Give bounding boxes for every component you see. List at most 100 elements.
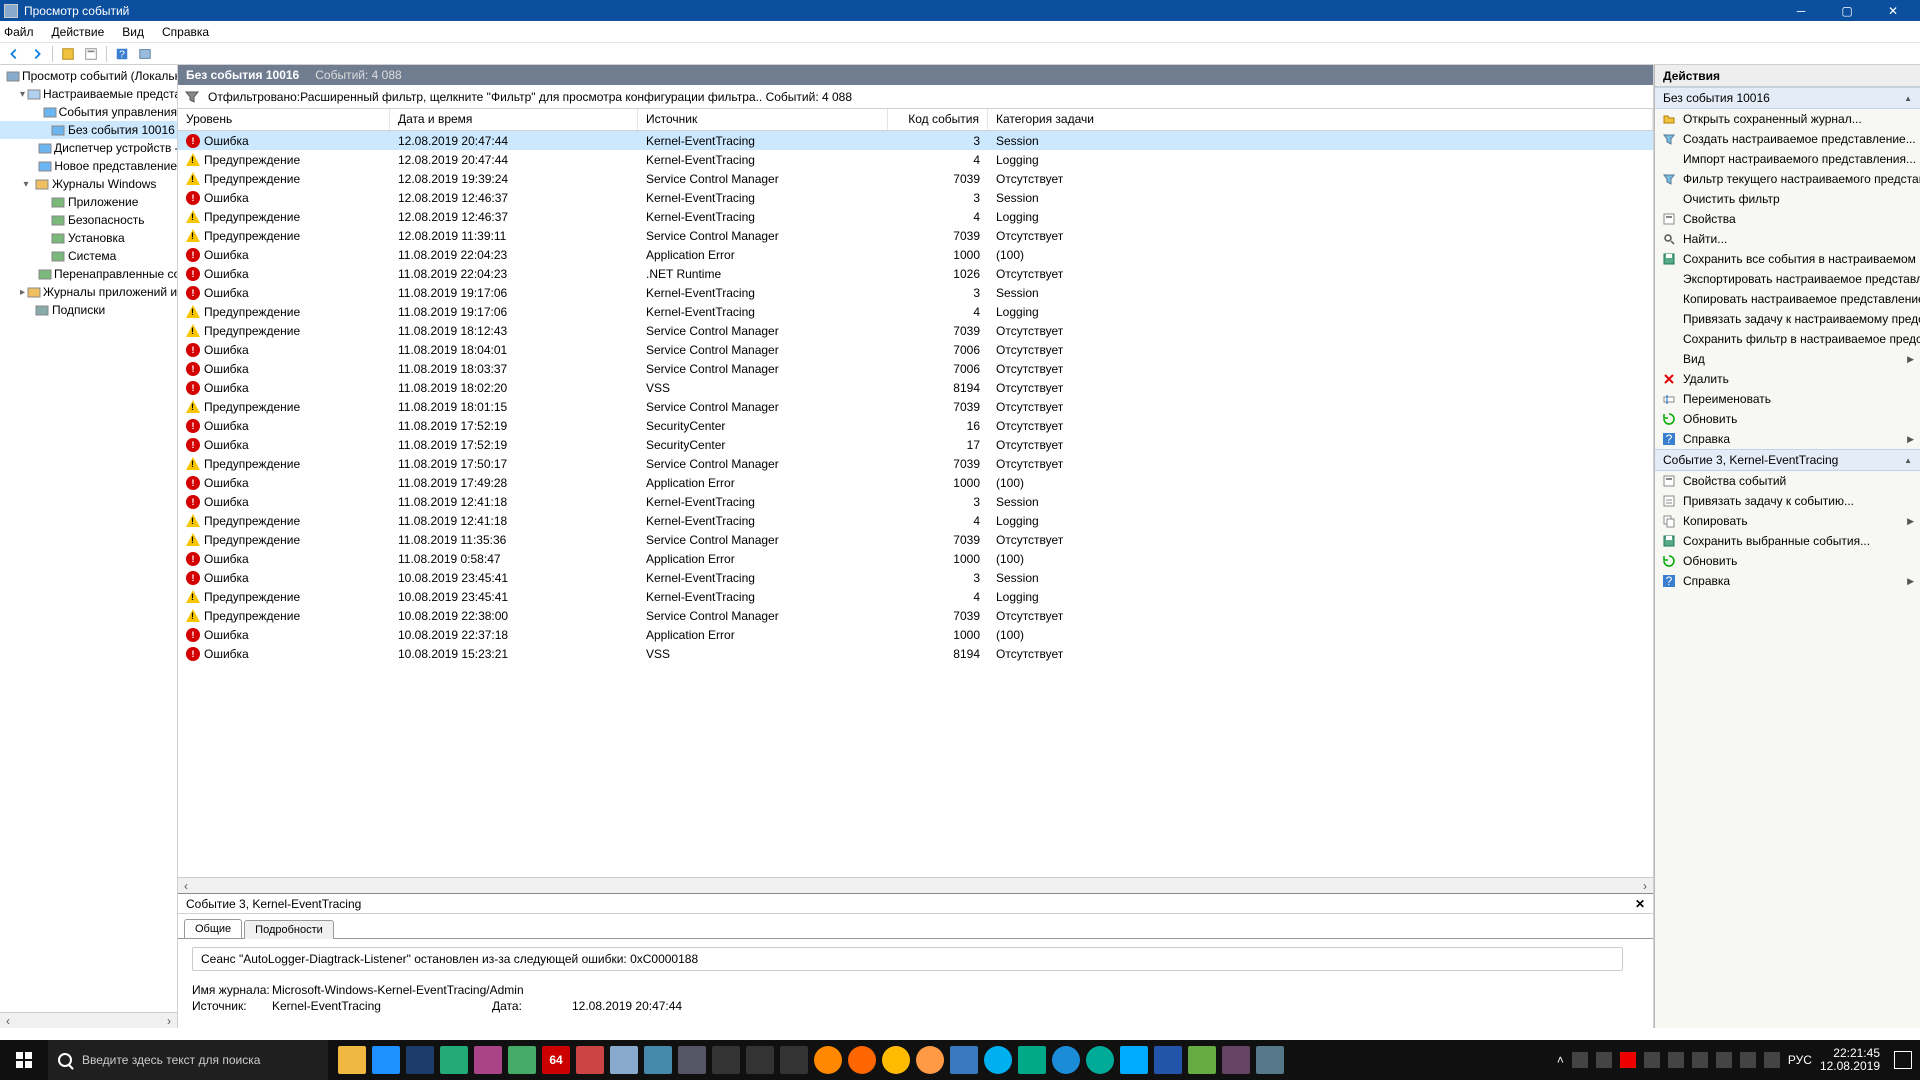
taskbar-app[interactable] bbox=[950, 1046, 978, 1074]
event-row[interactable]: Предупреждение11.08.2019 17:50:17Service… bbox=[178, 454, 1653, 473]
event-row[interactable]: Предупреждение11.08.2019 19:17:06Kernel-… bbox=[178, 302, 1653, 321]
tray-icon[interactable] bbox=[1740, 1052, 1756, 1068]
taskbar-app[interactable] bbox=[474, 1046, 502, 1074]
col-code[interactable]: Код события bbox=[888, 109, 988, 130]
tree-subscriptions[interactable]: Подписки bbox=[0, 301, 177, 319]
taskbar-app[interactable] bbox=[984, 1046, 1012, 1074]
maximize-button[interactable]: ▢ bbox=[1824, 0, 1870, 21]
event-row[interactable]: !Ошибка10.08.2019 15:23:21VSS8194Отсутст… bbox=[178, 644, 1653, 663]
action-item[interactable]: Экспортировать настраиваемое представлен… bbox=[1655, 269, 1920, 289]
taskbar-app[interactable] bbox=[372, 1046, 400, 1074]
taskbar-app[interactable] bbox=[576, 1046, 604, 1074]
event-row[interactable]: Предупреждение11.08.2019 18:01:15Service… bbox=[178, 397, 1653, 416]
tree-win-item[interactable]: Приложение bbox=[0, 193, 177, 211]
tree-win-item[interactable]: Перенаправленные события bbox=[0, 265, 177, 283]
taskbar-app[interactable] bbox=[1256, 1046, 1284, 1074]
grid-hscrollbar[interactable]: ‹› bbox=[178, 877, 1653, 893]
event-row[interactable]: !Ошибка11.08.2019 17:52:19SecurityCenter… bbox=[178, 435, 1653, 454]
action-item[interactable]: Свойства bbox=[1655, 209, 1920, 229]
taskbar-app[interactable] bbox=[508, 1046, 536, 1074]
col-level[interactable]: Уровень bbox=[178, 109, 390, 130]
taskbar-app[interactable]: 64 bbox=[542, 1046, 570, 1074]
event-row[interactable]: !Ошибка11.08.2019 12:41:18Kernel-EventTr… bbox=[178, 492, 1653, 511]
minimize-button[interactable]: ─ bbox=[1778, 0, 1824, 21]
tray-icon[interactable] bbox=[1572, 1052, 1588, 1068]
event-row[interactable]: Предупреждение12.08.2019 20:47:44Kernel-… bbox=[178, 150, 1653, 169]
taskbar-app[interactable] bbox=[610, 1046, 638, 1074]
action-item[interactable]: Импорт настраиваемого представления... bbox=[1655, 149, 1920, 169]
taskbar-app[interactable] bbox=[848, 1046, 876, 1074]
action-item[interactable]: Фильтр текущего настраиваемого представл… bbox=[1655, 169, 1920, 189]
tab-details[interactable]: Подробности bbox=[244, 920, 334, 939]
tab-general[interactable]: Общие bbox=[184, 919, 242, 938]
help-button[interactable]: ? bbox=[112, 45, 132, 63]
tree-win-item[interactable]: Установка bbox=[0, 229, 177, 247]
show-tree-button[interactable] bbox=[58, 45, 78, 63]
menu-action[interactable]: Действие bbox=[52, 25, 105, 39]
filter-button[interactable] bbox=[81, 45, 101, 63]
col-date[interactable]: Дата и время bbox=[390, 109, 638, 130]
tree-win-logs[interactable]: ▾Журналы Windows bbox=[0, 175, 177, 193]
chevron-up-icon[interactable]: ˄ bbox=[1557, 1053, 1564, 1067]
action-item[interactable]: Привязать задачу к настраиваемому предст… bbox=[1655, 309, 1920, 329]
action-item[interactable]: Создать настраиваемое представление... bbox=[1655, 129, 1920, 149]
col-source[interactable]: Источник bbox=[638, 109, 888, 130]
tree-hscrollbar[interactable]: ‹› bbox=[0, 1012, 177, 1028]
menu-view[interactable]: Вид bbox=[122, 25, 144, 39]
taskbar-app[interactable] bbox=[644, 1046, 672, 1074]
menu-help[interactable]: Справка bbox=[162, 25, 209, 39]
event-row[interactable]: Предупреждение10.08.2019 22:38:00Service… bbox=[178, 606, 1653, 625]
expand-icon[interactable]: ▾ bbox=[20, 89, 25, 100]
detail-close-button[interactable]: ✕ bbox=[1635, 897, 1645, 911]
event-row[interactable]: !Ошибка11.08.2019 18:02:20VSS8194Отсутст… bbox=[178, 378, 1653, 397]
event-grid[interactable]: !Ошибка12.08.2019 20:47:44Kernel-EventTr… bbox=[178, 131, 1653, 877]
event-row[interactable]: !Ошибка11.08.2019 18:03:37Service Contro… bbox=[178, 359, 1653, 378]
action-item[interactable]: Сохранить выбранные события... bbox=[1655, 531, 1920, 551]
event-row[interactable]: !Ошибка11.08.2019 18:04:01Service Contro… bbox=[178, 340, 1653, 359]
event-row[interactable]: !Ошибка11.08.2019 0:58:47Application Err… bbox=[178, 549, 1653, 568]
taskbar-app[interactable] bbox=[814, 1046, 842, 1074]
taskbar-app[interactable] bbox=[678, 1046, 706, 1074]
action-item[interactable]: Найти... bbox=[1655, 229, 1920, 249]
action-item[interactable]: Обновить bbox=[1655, 409, 1920, 429]
taskbar-app[interactable] bbox=[1052, 1046, 1080, 1074]
event-row[interactable]: !Ошибка11.08.2019 17:49:28Application Er… bbox=[178, 473, 1653, 492]
taskbar-app[interactable] bbox=[780, 1046, 808, 1074]
event-row[interactable]: !Ошибка12.08.2019 12:46:37Kernel-EventTr… bbox=[178, 188, 1653, 207]
tree-custom-item[interactable]: Без события 10016 bbox=[0, 121, 177, 139]
event-row[interactable]: Предупреждение12.08.2019 12:46:37Kernel-… bbox=[178, 207, 1653, 226]
expand-icon[interactable]: ▾ bbox=[20, 179, 32, 190]
action-item[interactable]: ?Справка▶ bbox=[1655, 571, 1920, 591]
notifications-button[interactable] bbox=[1894, 1051, 1912, 1069]
action-item[interactable]: Удалить bbox=[1655, 369, 1920, 389]
action-item[interactable]: Копировать настраиваемое представление..… bbox=[1655, 289, 1920, 309]
taskbar-app[interactable] bbox=[1120, 1046, 1148, 1074]
search-box[interactable]: Введите здесь текст для поиска bbox=[48, 1040, 328, 1080]
tree-custom-item[interactable]: Диспетчер устройств - V… bbox=[0, 139, 177, 157]
actions-section-2[interactable]: Событие 3, Kernel-EventTracing▲ bbox=[1655, 449, 1920, 471]
tree-custom-item[interactable]: Новое представление bbox=[0, 157, 177, 175]
action-item[interactable]: Вид▶ bbox=[1655, 349, 1920, 369]
taskbar-app[interactable] bbox=[1086, 1046, 1114, 1074]
toolbar-button[interactable] bbox=[135, 45, 155, 63]
event-row[interactable]: !Ошибка10.08.2019 23:45:41Kernel-EventTr… bbox=[178, 568, 1653, 587]
action-item[interactable]: Сохранить все события в настраиваемом пр… bbox=[1655, 249, 1920, 269]
language-indicator[interactable]: РУС bbox=[1788, 1053, 1812, 1067]
tray-icon[interactable] bbox=[1668, 1052, 1684, 1068]
event-row[interactable]: !Ошибка11.08.2019 17:52:19SecurityCenter… bbox=[178, 416, 1653, 435]
close-button[interactable]: ✕ bbox=[1870, 0, 1916, 21]
tree-root-node[interactable]: Просмотр событий (Локальный) bbox=[0, 67, 177, 85]
action-item[interactable]: Привязать задачу к событию... bbox=[1655, 491, 1920, 511]
tree-custom-views[interactable]: ▾Настраиваемые представления bbox=[0, 85, 177, 103]
event-row[interactable]: !Ошибка12.08.2019 20:47:44Kernel-EventTr… bbox=[178, 131, 1653, 150]
clock[interactable]: 22:21:45 12.08.2019 bbox=[1820, 1047, 1886, 1073]
taskbar-app[interactable] bbox=[406, 1046, 434, 1074]
tree-custom-item[interactable]: События управления bbox=[0, 103, 177, 121]
tree-app-logs[interactable]: ▸Журналы приложений и служб bbox=[0, 283, 177, 301]
event-row[interactable]: !Ошибка11.08.2019 22:04:23Application Er… bbox=[178, 245, 1653, 264]
taskbar-app[interactable] bbox=[712, 1046, 740, 1074]
event-row[interactable]: Предупреждение10.08.2019 23:45:41Kernel-… bbox=[178, 587, 1653, 606]
event-row[interactable]: Предупреждение11.08.2019 18:12:43Service… bbox=[178, 321, 1653, 340]
forward-button[interactable] bbox=[27, 45, 47, 63]
tree-win-item[interactable]: Система bbox=[0, 247, 177, 265]
